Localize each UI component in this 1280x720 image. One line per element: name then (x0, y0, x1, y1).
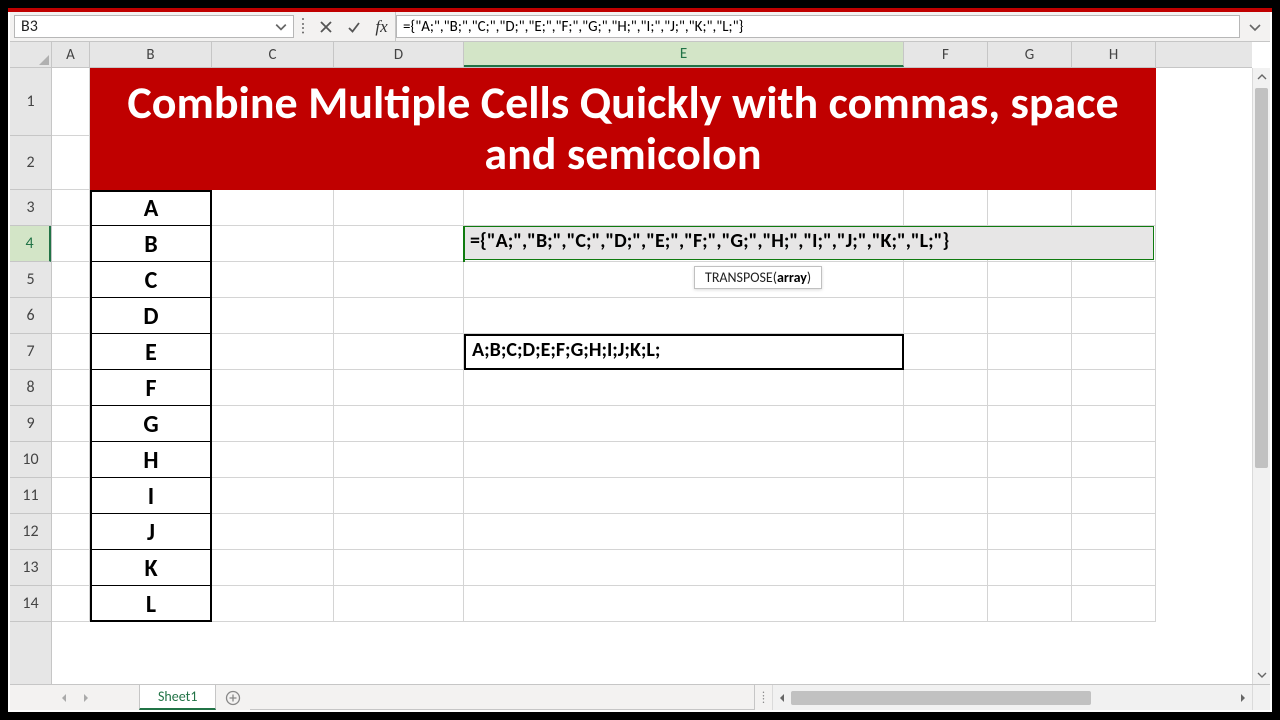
column-header-B[interactable]: B (90, 42, 212, 67)
sheet-tab-active[interactable]: Sheet1 (139, 685, 216, 710)
cell-B7[interactable]: E (90, 334, 212, 370)
row-header-11[interactable]: 11 (10, 478, 51, 514)
row-headers: 1234567891011121314 (10, 68, 52, 684)
row-header-5[interactable]: 5 (10, 262, 51, 298)
vertical-scrollbar[interactable] (1252, 68, 1270, 684)
column-headers: ABCDEFGH (52, 42, 1252, 68)
gridline-h (52, 261, 1156, 262)
row-header-1[interactable]: 1 (10, 68, 51, 136)
gridline-h (52, 477, 1156, 478)
scrollbar-thumb[interactable] (1255, 88, 1268, 468)
cell-B6[interactable]: D (90, 298, 212, 334)
plus-circle-icon (225, 690, 241, 706)
gridline-h (52, 513, 1156, 514)
triangle-left-icon (59, 693, 69, 703)
formula-input[interactable]: ={"A;","B;","C;","D;","E;","F;","G;","H;… (396, 15, 1240, 38)
cells-pane[interactable]: Combine Multiple Cells Quickly with comm… (52, 68, 1252, 684)
row-header-6[interactable]: 6 (10, 298, 51, 334)
gridline-h (52, 405, 1156, 406)
enter-button[interactable] (340, 12, 368, 41)
column-header-C[interactable]: C (212, 42, 334, 67)
gridline-h (52, 297, 1156, 298)
spreadsheet-grid[interactable]: ABCDEFGH 1234567891011121314 Combine Mul… (10, 42, 1270, 684)
check-icon (346, 19, 362, 35)
active-cell-editor[interactable]: ={"A;","B;","C;","D;","E;","F;","G;","H;… (464, 226, 1154, 260)
formula-bar: B3 ⁞ fx ={"A;","B;","C;","D;","E;","F;",… (10, 12, 1270, 42)
cell-B8[interactable]: F (90, 370, 212, 406)
cell-B3[interactable]: A (90, 190, 212, 226)
cell-B4[interactable]: B (90, 226, 212, 262)
title-banner: Combine Multiple Cells Quickly with comm… (90, 68, 1156, 190)
column-header-D[interactable]: D (334, 42, 464, 67)
select-all-button[interactable] (10, 42, 52, 68)
separator: ⁞ (294, 12, 312, 41)
sheet-tab-label: Sheet1 (158, 688, 197, 705)
horizontal-scrollbar[interactable] (772, 685, 1252, 710)
column-header-H[interactable]: H (1072, 42, 1156, 67)
cell-B10[interactable]: H (90, 442, 212, 478)
row-header-9[interactable]: 9 (10, 406, 51, 442)
cell-B11[interactable]: I (90, 478, 212, 514)
chevron-down-icon[interactable] (275, 21, 287, 33)
name-box[interactable]: B3 (14, 15, 294, 38)
cell-B14[interactable]: L (90, 586, 212, 622)
row-header-8[interactable]: 8 (10, 370, 51, 406)
x-icon (318, 19, 334, 35)
column-header-A[interactable]: A (52, 42, 90, 67)
scrollbar-thumb[interactable] (791, 691, 1091, 705)
row-header-3[interactable]: 3 (10, 190, 51, 226)
cell-B12[interactable]: J (90, 514, 212, 550)
tooltip-arg: array (777, 269, 807, 286)
split-handle[interactable]: ⁞ (754, 685, 772, 710)
row-header-7[interactable]: 7 (10, 334, 51, 370)
formula-text: ={"A;","B;","C;","D;","E;","F;","G;","H;… (403, 18, 743, 36)
cell-B13[interactable]: K (90, 550, 212, 586)
scroll-right-button[interactable] (1234, 693, 1252, 703)
result-cell[interactable]: A;B;C;D;E;F;G;H;I;J;K;L; (464, 334, 904, 370)
triangle-right-icon (81, 693, 91, 703)
insert-function-button[interactable]: fx (368, 12, 396, 41)
chevron-down-icon (1248, 20, 1262, 34)
row-header-2[interactable]: 2 (10, 136, 51, 190)
gridline-h (52, 585, 1156, 586)
cancel-button[interactable] (312, 12, 340, 41)
new-sheet-button[interactable] (216, 685, 250, 710)
column-header-E[interactable]: E (464, 42, 904, 67)
column-header-F[interactable]: F (904, 42, 988, 67)
tab-nav-buttons[interactable] (10, 685, 140, 710)
gridline-h (52, 549, 1156, 550)
scroll-up-button[interactable] (1253, 68, 1270, 86)
scroll-left-button[interactable] (773, 693, 791, 703)
row-header-12[interactable]: 12 (10, 514, 51, 550)
function-tooltip: TRANSPOSE(array) (694, 266, 822, 289)
editing-cursor-edge (463, 226, 465, 262)
cell-B9[interactable]: G (90, 406, 212, 442)
gridline-h (52, 621, 1156, 622)
expand-formula-bar-button[interactable] (1240, 12, 1270, 41)
cell-B5[interactable]: C (90, 262, 212, 298)
row-header-13[interactable]: 13 (10, 550, 51, 586)
row-header-10[interactable]: 10 (10, 442, 51, 478)
sheet-tab-bar: Sheet1 ⁞ (10, 684, 1270, 710)
tooltip-fn: TRANSPOSE (705, 269, 773, 286)
row-header-4[interactable]: 4 (10, 226, 51, 262)
row-header-14[interactable]: 14 (10, 586, 51, 622)
gridline-h (52, 441, 1156, 442)
scrollbar-track[interactable] (791, 691, 1234, 705)
window-accent-bar (8, 8, 1272, 12)
column-header-G[interactable]: G (988, 42, 1072, 67)
scroll-down-button[interactable] (1253, 666, 1270, 684)
scroll-corner (1252, 685, 1270, 710)
tab-spacer (250, 685, 754, 710)
name-box-value: B3 (21, 17, 38, 36)
